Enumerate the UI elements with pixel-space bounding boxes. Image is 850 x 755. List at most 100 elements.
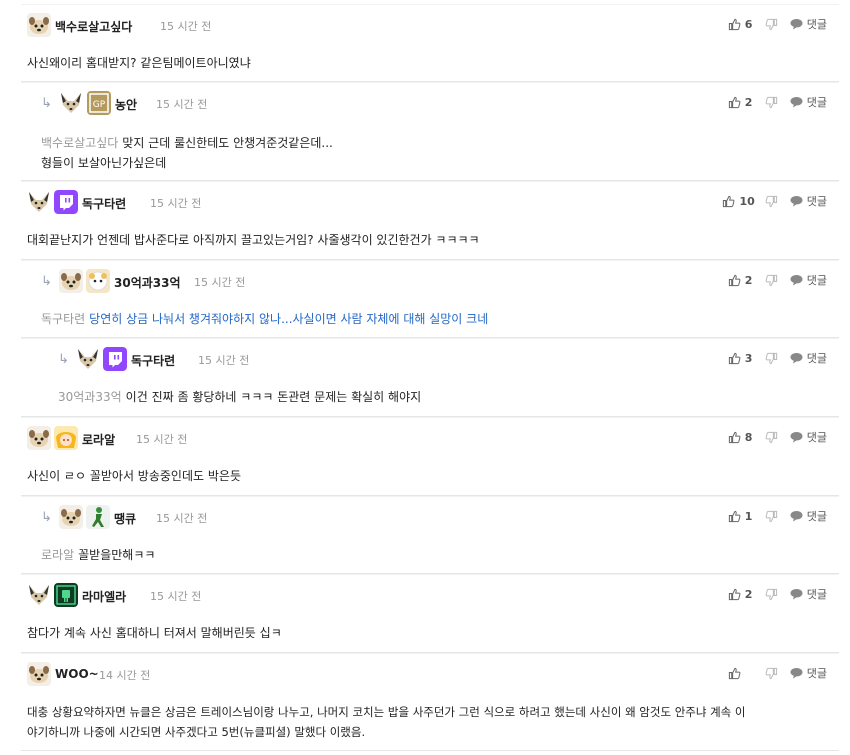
svg-text:GP: GP: [93, 100, 106, 110]
dislike-button[interactable]: [765, 431, 778, 444]
like-button[interactable]: 3: [728, 352, 755, 365]
author-nickname[interactable]: WOO~: [55, 667, 99, 681]
dog-avatar-icon[interactable]: [27, 13, 51, 37]
speech-bubble-icon: [790, 97, 803, 108]
comment-actions: 10 댓글: [722, 192, 827, 210]
comment-time: 15 시간 전: [156, 98, 208, 111]
mention-nickname[interactable]: 30억과33억: [58, 390, 122, 404]
author-nickname[interactable]: 로라알: [82, 431, 115, 448]
reply-button[interactable]: 댓글: [790, 508, 827, 524]
reply-arrow-icon: ↳: [41, 96, 52, 111]
comment-text: 로라알 꼴받을만해ㅋㅋ: [41, 545, 155, 565]
speech-bubble-icon: [790, 196, 803, 207]
dislike-button[interactable]: [765, 18, 778, 31]
author-nickname[interactable]: 30억과33억: [114, 274, 181, 291]
reply-button[interactable]: 댓글: [790, 272, 827, 288]
reply-label: 댓글: [806, 431, 827, 444]
comment-text: 30억과33억 이건 진짜 좀 황당하네 ㅋㅋㅋ 돈관련 문제는 확실히 해야지: [58, 387, 421, 407]
like-button[interactable]: 2: [728, 274, 755, 287]
comment-time: 15 시간 전: [160, 20, 212, 33]
reply-button[interactable]: 댓글: [790, 429, 827, 445]
fox-avatar-icon[interactable]: [59, 91, 83, 115]
comment-text: 사신왜이리 홈대받지? 같은팀메이트아니였냐: [27, 53, 251, 73]
reply-arrow-icon: ↳: [41, 510, 52, 525]
author-nickname[interactable]: 백수로살고싶다: [55, 18, 132, 35]
thumbs-down-icon: [765, 274, 777, 286]
comment-time: 15 시간 전: [156, 512, 208, 525]
anime-avatar-icon: [54, 426, 78, 450]
like-button[interactable]: 8: [728, 431, 755, 444]
like-button[interactable]: 2: [728, 96, 755, 109]
robot-badge-icon: [54, 583, 78, 607]
reply-button[interactable]: 댓글: [790, 16, 827, 32]
dislike-button[interactable]: [765, 352, 778, 365]
dog-avatar-icon[interactable]: [27, 662, 51, 686]
thumbs-down-icon: [765, 195, 777, 207]
comment-body: 사신이 ㄹㅇ 꼴받아서 방송중인데도 박은듯: [27, 469, 241, 483]
author-nickname[interactable]: 땡큐: [114, 510, 136, 527]
dog-avatar-icon[interactable]: [59, 269, 83, 293]
comment-time: 15 시간 전: [150, 590, 202, 603]
gp-badge-icon: GP: [87, 91, 111, 115]
like-button[interactable]: 1: [728, 510, 755, 523]
like-count: 10: [739, 194, 755, 208]
reply-comment-item: ↳ GP 농안 15 시간 전 2 댓글 백수로살고싶다 맞지 근데 룰신한테도 …: [21, 82, 839, 181]
like-button[interactable]: [728, 667, 755, 680]
dislike-button[interactable]: [765, 588, 778, 601]
author-nickname[interactable]: 농안: [115, 96, 137, 113]
dislike-button[interactable]: [765, 510, 778, 523]
fox-avatar-icon[interactable]: [27, 190, 51, 214]
like-button[interactable]: 2: [728, 588, 755, 601]
thumbs-up-icon: [728, 431, 741, 443]
mention-nickname[interactable]: 백수로살고싶다: [41, 136, 118, 150]
author-nickname[interactable]: 라마엘라: [82, 588, 126, 605]
dislike-button[interactable]: [765, 667, 778, 680]
comment-body: 대충 상황요약하자면 뉴클은 상금은 트레이스님이랑 나누고, 나머지 코치는 …: [27, 705, 746, 719]
like-button[interactable]: 6: [728, 18, 755, 31]
sheep-avatar-icon: [86, 269, 110, 293]
comment-time: 14 시간 전: [99, 669, 151, 682]
speech-bubble-icon: [790, 589, 803, 600]
comment-actions: 2 댓글: [728, 93, 827, 111]
dislike-button[interactable]: [765, 274, 778, 287]
like-count: 1: [744, 509, 753, 523]
dog-avatar-icon[interactable]: [27, 426, 51, 450]
fox-avatar-icon[interactable]: [76, 347, 100, 371]
mention-nickname[interactable]: 로라알: [41, 548, 74, 562]
reply-label: 댓글: [806, 588, 827, 601]
reply-label: 댓글: [806, 510, 827, 523]
reply-label: 댓글: [806, 352, 827, 365]
dislike-button[interactable]: [765, 195, 778, 208]
thumbs-down-icon: [765, 667, 777, 679]
comment-item: 라마엘라 15 시간 전 2 댓글 참다가 계속 사신 홈대하니 터져서 말해버…: [21, 574, 839, 653]
thumbs-down-icon: [765, 510, 777, 522]
mention-nickname[interactable]: 독구타련: [41, 312, 85, 326]
reply-button[interactable]: 댓글: [790, 350, 827, 366]
comment-item: WOO~ 14 시간 전 댓글 대충 상황요약하자면 뉴클은 상금은 트레이스님…: [21, 653, 839, 751]
author-nickname[interactable]: 독구타련: [82, 195, 126, 212]
reply-label: 댓글: [806, 274, 827, 287]
thumbs-down-icon: [765, 18, 777, 30]
speech-bubble-icon: [790, 432, 803, 443]
reply-button[interactable]: 댓글: [790, 193, 827, 209]
like-button[interactable]: 10: [722, 194, 755, 208]
author-nickname[interactable]: 독구타련: [131, 352, 175, 369]
comment-actions: 1 댓글: [728, 507, 827, 525]
comment-time: 15 시간 전: [150, 197, 202, 210]
thumbs-up-icon: [728, 510, 741, 522]
comment-body: 참다가 계속 사신 홈대하니 터져서 말해버린듯 십ㅋ: [27, 626, 282, 640]
thumbs-up-icon: [723, 195, 735, 207]
dislike-button[interactable]: [765, 96, 778, 109]
reply-button[interactable]: 댓글: [790, 665, 827, 681]
reply-button[interactable]: 댓글: [790, 94, 827, 110]
twitch-icon: [103, 347, 127, 371]
reply-label: 댓글: [806, 18, 827, 31]
comment-body-line2: 야기하니까 나중에 시간되면 사주겠다고 5번(뉴클피셜) 말했다 이랬음.: [27, 725, 366, 739]
thumbs-up-icon: [728, 274, 741, 286]
twitch-icon: [54, 190, 78, 214]
reply-label: 댓글: [806, 667, 827, 680]
dog-avatar-icon[interactable]: [59, 505, 83, 529]
reply-button[interactable]: 댓글: [790, 586, 827, 602]
thumbs-down-icon: [765, 588, 777, 600]
fox-avatar-icon[interactable]: [27, 583, 51, 607]
